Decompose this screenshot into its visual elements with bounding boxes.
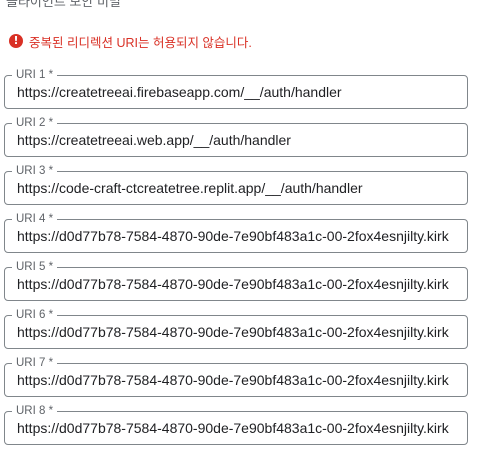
uri-input-6[interactable] xyxy=(5,316,467,348)
uri-input-4[interactable] xyxy=(5,220,467,252)
uri-field-4: URI 4 * xyxy=(4,212,468,253)
uri-input-7[interactable] xyxy=(5,364,467,396)
uri-field-1: URI 1 * xyxy=(4,68,468,109)
uri-field-8: URI 8 * xyxy=(4,404,468,445)
uri-input-5[interactable] xyxy=(5,268,467,300)
uri-input-1[interactable] xyxy=(5,76,467,108)
redirect-uri-panel: 클라이언트 보안 비밀 ! 중복된 리디렉션 URI는 허용되지 않습니다. U… xyxy=(0,0,480,455)
uri-input-2[interactable] xyxy=(5,124,467,156)
uri-field-7: URI 7 * xyxy=(4,356,468,397)
uri-field-5: URI 5 * xyxy=(4,260,468,301)
uri-input-3[interactable] xyxy=(5,172,467,204)
uri-field-2: URI 2 * xyxy=(4,116,468,157)
duplicate-uri-error: ! 중복된 리디렉션 URI는 허용되지 않습니다. xyxy=(9,32,252,50)
error-message: 중복된 리디렉션 URI는 허용되지 않습니다. xyxy=(29,35,252,50)
uri-field-3: URI 3 * xyxy=(4,164,468,205)
section-heading-cut: 클라이언트 보안 비밀 xyxy=(6,0,121,9)
uri-field-6: URI 6 * xyxy=(4,308,468,349)
error-icon: ! xyxy=(9,34,23,48)
uri-input-8[interactable] xyxy=(5,412,467,444)
